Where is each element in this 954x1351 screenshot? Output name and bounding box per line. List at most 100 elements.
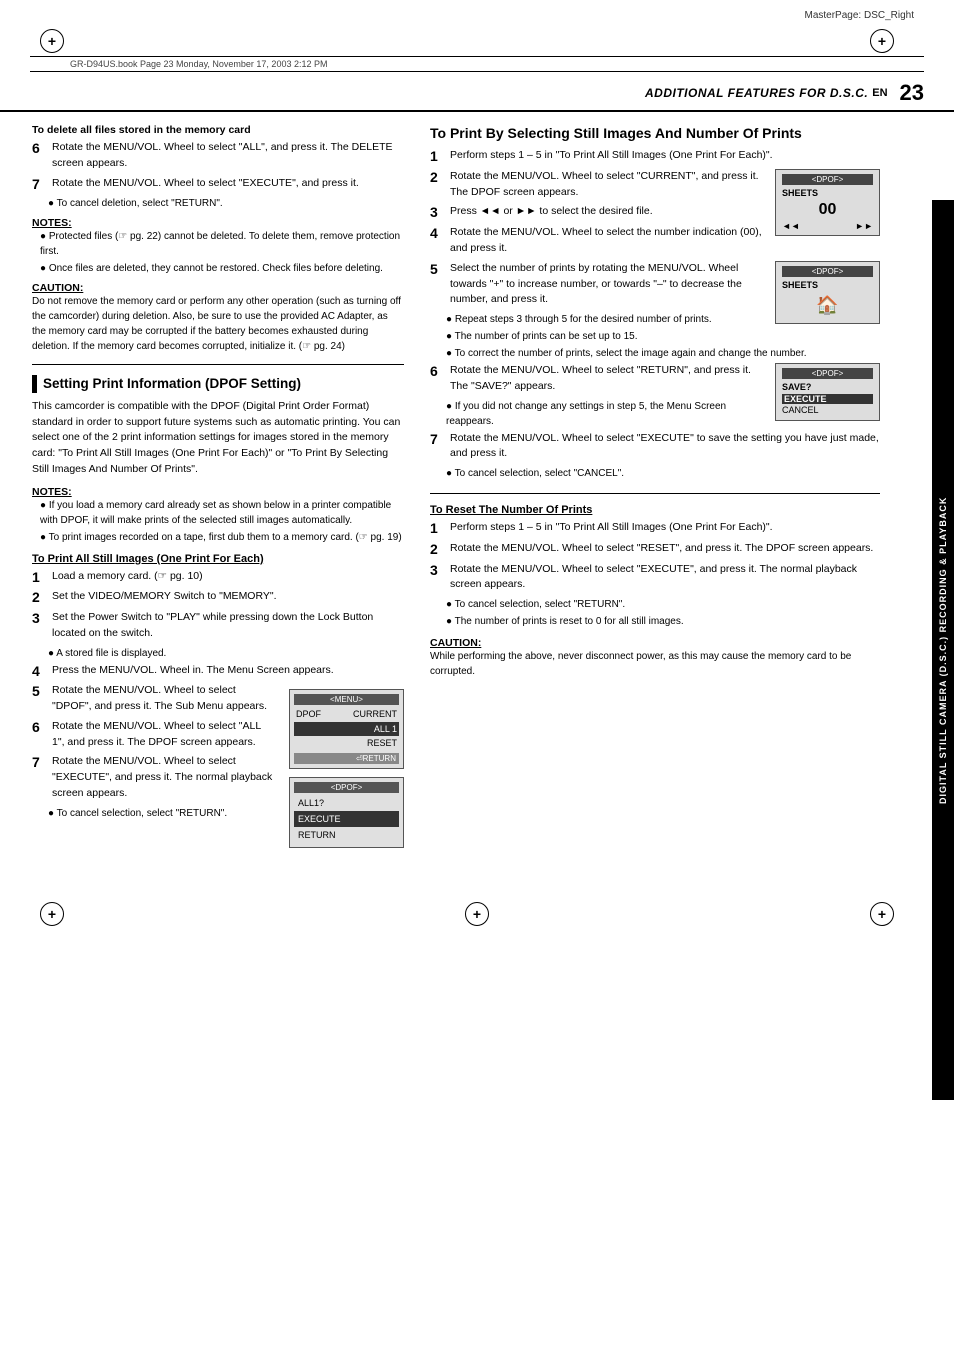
- all-step-6: 6 Rotate the MENU/VOL. Wheel to select "…: [32, 719, 276, 751]
- reset-step-3c: The number of prints is reset to 0 for a…: [430, 614, 880, 629]
- menu-dpof-value: CURRENT: [353, 707, 397, 721]
- dpof1-arrow-left: ◄◄: [782, 221, 800, 231]
- all-step-5: 5 Rotate the MENU/VOL. Wheel to select "…: [32, 683, 276, 715]
- delete-notes-list: Protected files (☞ pg. 22) cannot be del…: [32, 229, 404, 276]
- dpof-return: RETURN: [294, 827, 399, 843]
- menu-reset-value: RESET: [367, 736, 397, 750]
- reset-step-num-2: 2: [430, 541, 446, 558]
- right-step-text-7: Rotate the MENU/VOL. Wheel to select "EX…: [450, 431, 880, 463]
- menu-screen-title: <MENU>: [294, 694, 399, 705]
- delete-step7: 7 Rotate the MENU/VOL. Wheel to select "…: [32, 176, 404, 193]
- all-step-3: 3 Set the Power Switch to "PLAY" while p…: [32, 610, 404, 642]
- dpof1-arrows: ◄◄ ►►: [782, 221, 873, 231]
- menu-dpof-label: DPOF: [296, 707, 321, 721]
- reg-mark-top-left: [40, 29, 64, 53]
- dpof3-title: <DPOF>: [782, 368, 873, 379]
- all-step-7b: To cancel selection, select "RETURN".: [32, 806, 276, 821]
- page-wrapper: MasterPage: DSC_Right GR-D94US.book Page…: [0, 0, 954, 1351]
- menu-all1-value: ALL 1: [374, 722, 397, 736]
- masterpage-label: MasterPage: DSC_Right: [805, 10, 915, 21]
- divider-1: [32, 364, 404, 365]
- right-step-num-7: 7: [430, 431, 446, 448]
- reset-caution: CAUTION: While performing the above, nev…: [430, 637, 880, 679]
- right-step-5c: The number of prints can be set up to 15…: [430, 329, 880, 344]
- right-step-5: 5 Select the number of prints by rotatin…: [430, 261, 765, 308]
- delete-title: To delete all files stored in the memory…: [32, 124, 404, 136]
- right-step-1: 1 Perform steps 1 – 5 in "To Print All S…: [430, 148, 880, 165]
- right-step-4: 4 Rotate the MENU/VOL. Wheel to select t…: [430, 225, 765, 257]
- all-step-3b: A stored file is displayed.: [32, 646, 404, 661]
- dpof1-arrow-right: ►►: [855, 221, 873, 231]
- right-step-7b: To cancel selection, select "CANCEL".: [430, 466, 880, 481]
- delete-section: To delete all files stored in the memory…: [32, 124, 404, 354]
- top-header: MasterPage: DSC_Right: [0, 0, 954, 26]
- dpof-screen-2: <DPOF> SHEETS 🏠: [775, 261, 880, 324]
- reset-step-text-2: Rotate the MENU/VOL. Wheel to select "RE…: [450, 541, 880, 557]
- all-step-text-5: Rotate the MENU/VOL. Wheel to select "DP…: [52, 683, 276, 715]
- right-divider: [430, 493, 880, 494]
- delete-step6: 6 Rotate the MENU/VOL. Wheel to select "…: [32, 140, 404, 172]
- delete-note-2: Once files are deleted, they cannot be r…: [40, 261, 404, 276]
- all-step-text-6: Rotate the MENU/VOL. Wheel to select "AL…: [52, 719, 276, 751]
- right-step-5d: To correct the number of prints, select …: [430, 346, 880, 361]
- dpof-screen-1: <DPOF> SHEETS 00 ◄◄ ►►: [775, 169, 880, 236]
- steps-5-text: 5 Rotate the MENU/VOL. Wheel to select "…: [32, 683, 276, 822]
- all-step-1: 1 Load a memory card. (☞ pg. 10): [32, 569, 404, 586]
- reset-step-num-1: 1: [430, 520, 446, 537]
- all-step-num-6: 6: [32, 719, 48, 736]
- all-step-num-2: 2: [32, 589, 48, 606]
- reset-step-1: 1 Perform steps 1 – 5 in "To Print All S…: [430, 520, 880, 537]
- step-num-7: 7: [32, 176, 48, 193]
- print-info-text: GR-D94US.book Page 23 Monday, November 1…: [70, 59, 327, 69]
- all-step-4: 4 Press the MENU/VOL. Wheel in. The Menu…: [32, 663, 404, 680]
- all-step-num-7: 7: [32, 754, 48, 771]
- right-step-num-6: 6: [430, 363, 446, 380]
- right-step-7: 7 Rotate the MENU/VOL. Wheel to select "…: [430, 431, 880, 463]
- setting-note-2: To print images recorded on a tape, firs…: [40, 530, 404, 545]
- right-step-num-1: 1: [430, 148, 446, 165]
- all-images-title: To Print All Still Images (One Print For…: [32, 553, 404, 565]
- delete-notes: NOTES: Protected files (☞ pg. 22) cannot…: [32, 217, 404, 276]
- setting-section: Setting Print Information (DPOF Setting)…: [32, 375, 404, 854]
- right-step-text-2: Rotate the MENU/VOL. Wheel to select "CU…: [450, 169, 765, 201]
- menu-screen-area: <MENU> DPOF CURRENT ALL 1 R: [284, 683, 404, 854]
- setting-intro: This camcorder is compatible with the DP…: [32, 399, 404, 478]
- right-section-title: To Print By Selecting Still Images And N…: [430, 124, 880, 142]
- setting-notes-list: If you load a memory card already set as…: [32, 498, 404, 545]
- dpof3-save: SAVE?: [782, 382, 873, 392]
- right-step-num-4: 4: [430, 225, 446, 242]
- print-info-bar: GR-D94US.book Page 23 Monday, November 1…: [30, 56, 924, 72]
- reset-caution-title: CAUTION:: [430, 637, 880, 649]
- dpof2-title: <DPOF>: [782, 266, 873, 277]
- side-label: DIGITAL STILL CAMERA (D.S.C.) RECORDING …: [932, 200, 954, 1100]
- steps-5-screen: 5 Rotate the MENU/VOL. Wheel to select "…: [32, 683, 404, 854]
- menu-screen: <MENU> DPOF CURRENT ALL 1 R: [289, 689, 404, 768]
- reset-step-text-1: Perform steps 1 – 5 in "To Print All Sti…: [450, 520, 880, 536]
- delete-notes-title: NOTES:: [32, 217, 404, 229]
- dpof-screen-3: <DPOF> SAVE? EXECUTE CANCEL: [775, 363, 880, 421]
- right-step-num-3: 3: [430, 204, 446, 221]
- dpof-all1: ALL1?: [294, 795, 399, 811]
- left-column: To delete all files stored in the memory…: [0, 112, 420, 866]
- dpof3-cancel: CANCEL: [782, 405, 873, 415]
- right-step-5-area: <DPOF> SHEETS 🏠 5 Select the number of p…: [430, 261, 880, 363]
- right-step-text-1: Perform steps 1 – 5 in "To Print All Sti…: [450, 148, 880, 164]
- all-step-2: 2 Set the VIDEO/MEMORY Switch to "MEMORY…: [32, 589, 404, 606]
- main-content: To delete all files stored in the memory…: [0, 112, 954, 866]
- section-header: ADDITIONAL FEATURES FOR D.S.C. EN 23: [0, 72, 954, 112]
- dpof-screen-title: <DPOF>: [294, 782, 399, 793]
- menu-row-reset: RESET: [294, 736, 399, 750]
- all-step-text-1: Load a memory card. (☞ pg. 10): [52, 569, 404, 585]
- right-step-num-5: 5: [430, 261, 446, 278]
- menu-return: ⏎RETURN: [294, 753, 399, 764]
- dpof1-sheets: SHEETS: [782, 188, 873, 198]
- reg-mark-top-right: [870, 29, 894, 53]
- all-step-text-4: Press the MENU/VOL. Wheel in. The Menu S…: [52, 663, 404, 679]
- all-step-text-7: Rotate the MENU/VOL. Wheel to select "EX…: [52, 754, 276, 801]
- reset-step-2: 2 Rotate the MENU/VOL. Wheel to select "…: [430, 541, 880, 558]
- setting-notes: NOTES: If you load a memory card already…: [32, 486, 404, 545]
- page-number: 23: [900, 80, 924, 106]
- right-step-2-area: <DPOF> SHEETS 00 ◄◄ ►► 2 Rotate the MENU…: [430, 169, 880, 261]
- right-step-text-3: Press ◄◄ or ►► to select the desired fil…: [450, 204, 765, 220]
- step-num-6: 6: [32, 140, 48, 157]
